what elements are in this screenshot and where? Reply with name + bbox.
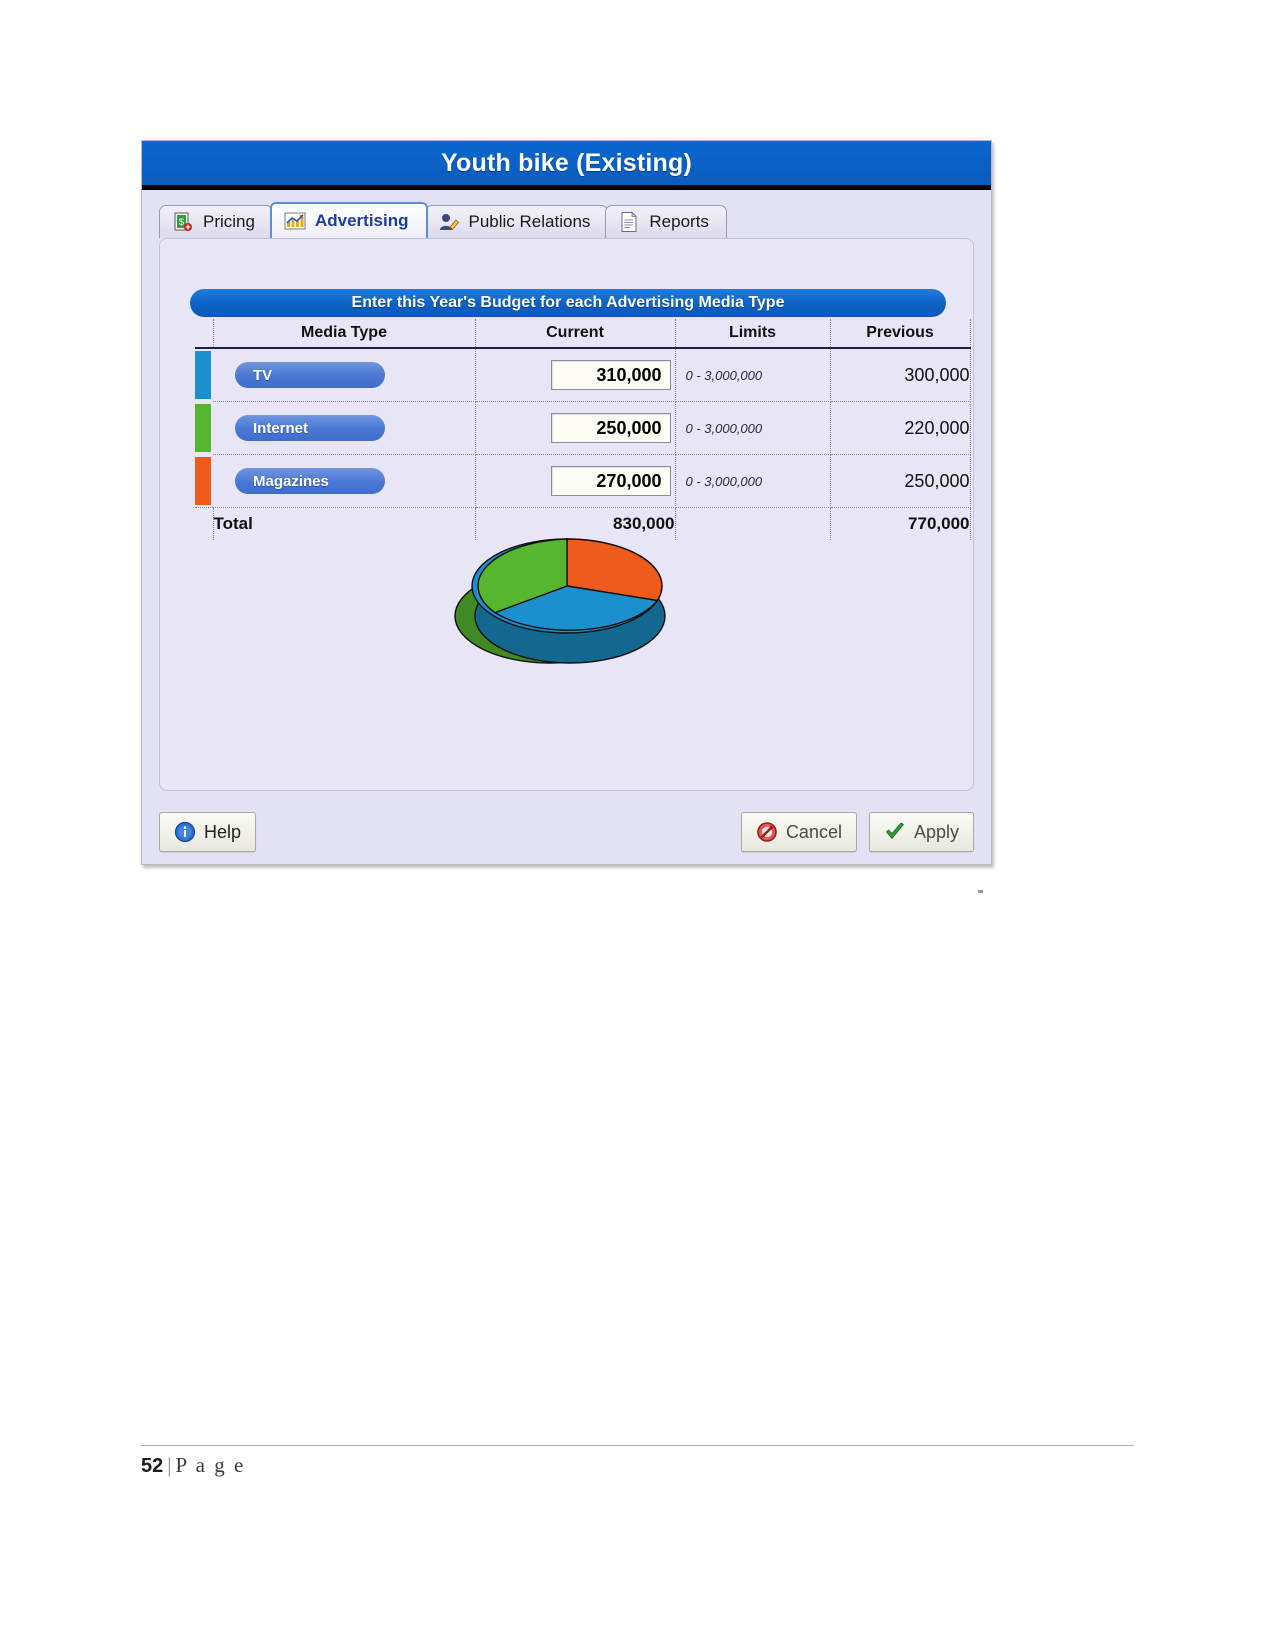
cancel-icon [756, 821, 778, 843]
current-input-value: 270,000 [596, 470, 662, 491]
media-pill-magazines[interactable]: Magazines [235, 468, 385, 494]
limits-cell-internet: 0 - 3,000,000 [675, 401, 831, 455]
media-pill-label: Internet [253, 419, 309, 437]
pricing-icon: $ [172, 211, 194, 233]
help-button[interactable]: Help [159, 812, 257, 852]
dialog-button-bar: Help Cancel Apply [142, 806, 991, 858]
limits-cell-magazines: 0 - 3,000,000 [675, 454, 831, 508]
tab-advertising[interactable]: Advertising [269, 202, 428, 238]
svg-text:$: $ [179, 217, 184, 227]
media-cell-magazines: Magazines [213, 454, 476, 508]
budget-banner: Enter this Year's Budget for each Advert… [190, 289, 946, 317]
budget-table-wrapper: Media Type Current Limits Previous TV 31… [195, 319, 971, 540]
header-media-type: Media Type [213, 319, 476, 349]
budget-pie-chart [160, 524, 973, 664]
help-button-label: Help [204, 821, 242, 842]
pie-chart-svg [453, 538, 666, 664]
table-row: Magazines 270,000 0 - 3,000,000 250,000 [195, 454, 971, 508]
limits-text: 0 - 3,000,000 [685, 473, 763, 489]
current-cell-magazines: 270,000 [475, 454, 676, 508]
budget-table-body: TV 310,000 0 - 3,000,000 300,000 Interne… [195, 348, 971, 540]
current-input-value: 310,000 [596, 364, 662, 385]
apply-button[interactable]: Apply [868, 812, 974, 852]
cancel-button-label: Cancel [785, 821, 842, 842]
swatch-bar [195, 351, 211, 400]
previous-cell-internet: 220,000 [830, 401, 971, 455]
media-pill-tv[interactable]: TV [235, 362, 385, 388]
reports-document-icon [618, 211, 640, 233]
page-footer-separator: | [167, 1453, 172, 1477]
row-color-swatch-tv [195, 348, 213, 402]
limits-text: 0 - 3,000,000 [685, 420, 763, 436]
cancel-button[interactable]: Cancel [740, 812, 857, 852]
public-relations-person-icon [438, 211, 460, 233]
advertising-chart-icon [284, 210, 306, 232]
checkmark-icon [884, 821, 906, 843]
tab-pricing-label: Pricing [203, 212, 255, 231]
current-cell-tv: 310,000 [475, 348, 676, 402]
previous-cell-magazines: 250,000 [830, 454, 971, 508]
media-pill-internet[interactable]: Internet [235, 415, 385, 441]
budget-banner-text: Enter this Year's Budget for each Advert… [351, 294, 785, 311]
tab-public-relations[interactable]: Public Relations [424, 205, 609, 238]
budget-table-head: Media Type Current Limits Previous [195, 319, 971, 349]
tab-public-relations-label: Public Relations [468, 212, 591, 231]
swatch-bar [195, 404, 211, 452]
header-limits: Limits [675, 319, 831, 349]
table-row: Internet 250,000 0 - 3,000,000 220,000 [195, 401, 971, 455]
tab-advertising-label: Advertising [314, 211, 409, 230]
table-header-row: Media Type Current Limits Previous [195, 319, 971, 349]
limits-cell-tv: 0 - 3,000,000 [675, 348, 831, 402]
current-input-internet[interactable]: 250,000 [550, 413, 671, 443]
budget-table: Media Type Current Limits Previous TV 31… [195, 319, 971, 540]
page-number: 52 [141, 1455, 164, 1477]
tab-reports-label: Reports [649, 212, 709, 231]
page-footer-word: P a g e [175, 1453, 246, 1477]
advertising-panel: Enter this Year's Budget for each Advert… [159, 238, 974, 791]
table-row: TV 310,000 0 - 3,000,000 300,000 [195, 348, 971, 402]
header-previous: Previous [830, 319, 971, 349]
header-swatch-spacer [195, 319, 214, 349]
tab-pricing[interactable]: $ Pricing [159, 205, 273, 238]
media-pill-label: Magazines [253, 472, 329, 490]
advertising-dialog: Youth bike (Existing) $ Pricing Advertis… [141, 140, 992, 865]
limits-text: 0 - 3,000,000 [685, 367, 763, 383]
tab-strip: $ Pricing Advertising Public Relations R… [159, 200, 991, 238]
page-footer: 52 | P a g e [141, 1445, 1134, 1478]
media-cell-tv: TV [213, 348, 476, 402]
document-page: Youth bike (Existing) $ Pricing Advertis… [0, 0, 1275, 1650]
media-cell-internet: Internet [213, 401, 476, 455]
tab-reports[interactable]: Reports [605, 205, 727, 238]
media-pill-label: TV [253, 366, 273, 384]
info-icon [174, 821, 196, 843]
dialog-title-bar: Youth bike (Existing) [142, 141, 991, 190]
current-input-value: 250,000 [596, 417, 662, 438]
apply-button-label: Apply [913, 821, 959, 842]
stray-mark [978, 890, 983, 893]
previous-cell-tv: 300,000 [830, 348, 971, 402]
row-color-swatch-internet [195, 401, 213, 455]
current-input-magazines[interactable]: 270,000 [550, 466, 671, 496]
row-color-swatch-magazines [195, 454, 213, 508]
header-current: Current [475, 319, 676, 349]
swatch-bar [195, 456, 211, 505]
current-input-tv[interactable]: 310,000 [550, 360, 671, 390]
current-cell-internet: 250,000 [475, 401, 676, 455]
dialog-title: Youth bike (Existing) [441, 148, 692, 177]
